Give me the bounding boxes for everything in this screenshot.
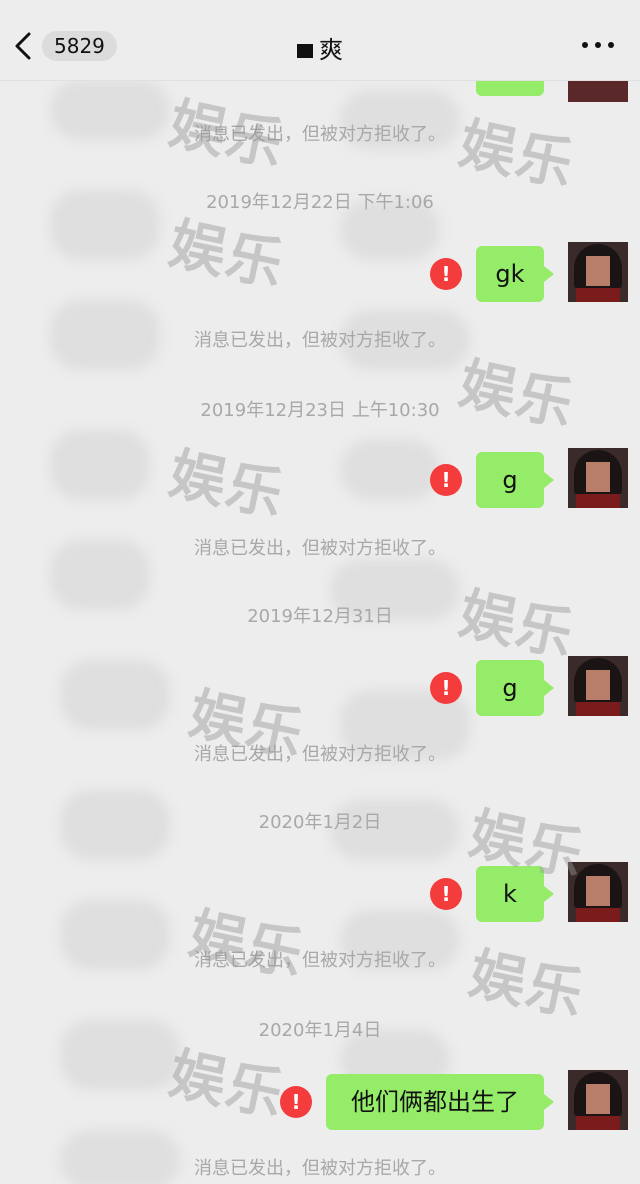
chat-title: 爽 [0,30,640,65]
rejected-notice: 消息已发出，但被对方拒收了。 [194,330,446,351]
message-bubble[interactable]: g [476,452,554,508]
dot [582,42,588,48]
message-list[interactable]: 消息已发出，但被对方拒收了。 2019年12月22日 下午1:06 ! gk 消… [0,80,640,1184]
message-row: ! g [0,448,640,518]
more-options-button[interactable] [582,30,614,60]
dot [608,42,614,48]
avatar[interactable] [568,80,628,102]
message-row: ! gk [0,242,640,312]
avatar[interactable] [568,242,628,302]
send-failed-icon[interactable]: ! [430,878,462,910]
avatar-mark-icon [297,44,313,58]
message-bubble[interactable]: 他们俩都出生了 [326,1074,554,1130]
chat-header: 5829 爽 [0,0,640,81]
message-row: ! 他们俩都出生了 [0,1070,640,1140]
message-bubble[interactable]: g [476,660,554,716]
watermark: 娱乐 [453,111,581,200]
rejected-notice: 消息已发出，但被对方拒收了。 [194,1158,446,1179]
avatar[interactable] [568,448,628,508]
send-failed-icon[interactable]: ! [430,464,462,496]
message-bubble-partial[interactable] [476,80,544,96]
message-bubble[interactable]: gk [476,246,554,302]
chat-title-text: 爽 [319,36,343,64]
rejected-notice: 消息已发出，但被对方拒收了。 [194,538,446,559]
rejected-notice: 消息已发出，但被对方拒收了。 [194,744,446,765]
avatar[interactable] [568,1070,628,1130]
watermark: 娱乐 [453,351,581,440]
watermark: 娱乐 [163,91,291,180]
avatar[interactable] [568,656,628,716]
send-failed-icon[interactable]: ! [430,258,462,290]
send-failed-icon[interactable]: ! [430,672,462,704]
dot [595,42,601,48]
